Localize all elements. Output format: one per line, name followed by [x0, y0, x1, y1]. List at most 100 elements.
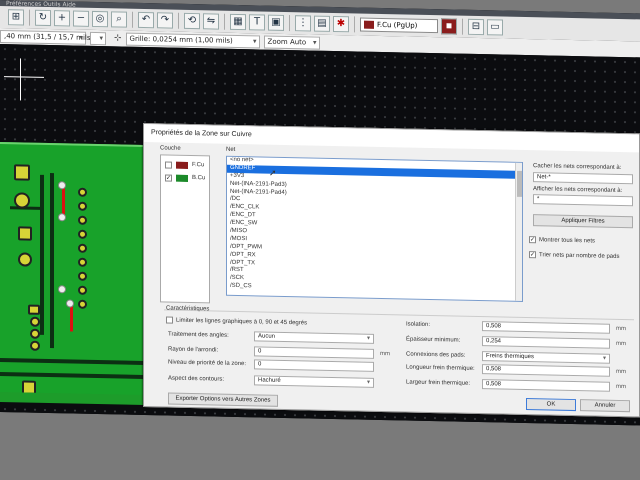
- toolbar-separator: [178, 12, 179, 29]
- show-nets-input[interactable]: *: [533, 194, 633, 207]
- layer-pair-icon[interactable]: ▪: [441, 18, 457, 35]
- copper-track: [0, 358, 160, 366]
- layer-color-swatch: [364, 20, 374, 29]
- track-width-value: ,40 mm (31,5 / 15,7 mils) *: [4, 31, 99, 42]
- scripting-icon[interactable]: ⊟: [468, 18, 484, 36]
- toolbar-separator: [462, 18, 463, 35]
- via-size-select[interactable]: [90, 31, 106, 45]
- unit-label: mm: [616, 368, 626, 376]
- min-width-input[interactable]: 0,254: [482, 336, 610, 349]
- redraw-icon[interactable]: ↻: [35, 9, 51, 27]
- layer-row-fcu[interactable]: F.Cu: [165, 159, 204, 170]
- layer-label: F.Cu: [192, 162, 205, 169]
- component-pad: [14, 192, 30, 209]
- unit-label: mm: [616, 383, 626, 391]
- sort-by-pads-checkbox[interactable]: ✓ Trier nets par nombre de pads: [529, 251, 619, 260]
- copper-track: [0, 372, 160, 380]
- component-pad: [30, 340, 40, 351]
- undo-icon[interactable]: ↶: [138, 11, 154, 29]
- rotate-icon[interactable]: ⟲: [184, 12, 200, 30]
- component-pad: [78, 201, 87, 211]
- unit-label: mm: [616, 325, 626, 333]
- via: [66, 299, 74, 308]
- thermal-width-input[interactable]: 0,508: [482, 379, 610, 392]
- mirror-icon[interactable]: ⇋: [203, 13, 219, 30]
- zone-priority-label: Niveau de priorité de la zone:: [168, 359, 247, 368]
- component-pad: [28, 304, 40, 315]
- unit-label: mm: [616, 340, 626, 348]
- via: [58, 213, 66, 222]
- toolbar-separator: [132, 11, 133, 28]
- checkbox-box[interactable]: ✓: [529, 236, 536, 244]
- component-pad: [78, 257, 87, 267]
- checkbox-box[interactable]: ✓: [529, 251, 536, 259]
- layer-color-swatch: [176, 161, 188, 169]
- show-nets-label: Afficher les nets correspondant à:: [533, 186, 623, 195]
- component-pad: [78, 229, 87, 239]
- footprint-icon[interactable]: ▦: [230, 13, 246, 31]
- netlist-icon[interactable]: ⊞: [8, 9, 24, 26]
- redo-icon[interactable]: ↷: [157, 12, 173, 29]
- via: [58, 181, 66, 190]
- zoom-out-icon[interactable]: −: [73, 10, 89, 27]
- copper-track: [40, 174, 44, 335]
- via: [58, 285, 66, 294]
- grid-icon: ⊹: [114, 33, 122, 44]
- grid-select[interactable]: Grille: 0,0254 mm (1,00 mils): [125, 32, 260, 48]
- zoom-select[interactable]: Zoom Auto: [263, 35, 320, 50]
- corner-treatment-select[interactable]: Aucun: [254, 331, 374, 344]
- net-list-scrollbar[interactable]: [515, 162, 522, 301]
- zoom-value: Zoom Auto: [267, 37, 307, 46]
- image-icon[interactable]: ▣: [268, 14, 284, 31]
- show-all-nets-label: Montrer tous les nets: [539, 236, 596, 244]
- track-width-select[interactable]: ,40 mm (31,5 / 15,7 mils) *: [0, 29, 99, 45]
- component-pad: [30, 328, 40, 339]
- design-rules-icon[interactable]: ▤: [314, 15, 330, 32]
- text-icon[interactable]: T: [249, 14, 265, 31]
- outline-style-select[interactable]: Hachuré: [254, 375, 374, 388]
- layer-header: Couche: [160, 145, 181, 152]
- unit-label: mm: [380, 350, 390, 358]
- zoom-in-icon[interactable]: +: [54, 10, 70, 27]
- fillet-radius-input[interactable]: 0: [254, 346, 374, 359]
- scrollbar-thumb[interactable]: [517, 170, 522, 197]
- thermal-width-label: Largeur frein thermique:: [406, 379, 471, 387]
- console-icon[interactable]: ▭: [487, 19, 503, 36]
- hide-nets-input[interactable]: Net-*: [533, 172, 633, 185]
- pad-connection-select[interactable]: Freins thermiques: [482, 351, 610, 364]
- mouse-pointer-icon: ➚: [269, 167, 277, 178]
- min-width-label: Épaisseur minimum:: [406, 336, 461, 344]
- component-pad: [14, 164, 30, 181]
- layer-row-bcu[interactable]: ✓ B.Cu: [165, 172, 205, 183]
- apply-filters-button[interactable]: Appliquer Filtres: [533, 214, 633, 229]
- layer-checkbox[interactable]: ✓: [165, 173, 172, 182]
- zone-priority-spinner[interactable]: 0: [254, 359, 374, 372]
- drc-bug-icon[interactable]: ✱: [333, 15, 349, 33]
- copper-track: [50, 173, 54, 349]
- limit-lines-label: Limiter les lignes graphiques à 0, 90 et…: [176, 317, 308, 326]
- zoom-fit-icon[interactable]: ◎: [92, 10, 108, 28]
- selected-track: [62, 185, 65, 216]
- layer-checkbox[interactable]: [165, 160, 172, 169]
- ok-button[interactable]: OK: [526, 398, 576, 412]
- pad-connection-label: Connexions des pads:: [406, 351, 466, 359]
- thermal-gap-input[interactable]: 0,508: [482, 364, 610, 377]
- checkbox-box[interactable]: [166, 316, 173, 324]
- zoom-selection-icon[interactable]: ⌕: [111, 11, 127, 28]
- net-inspector-icon[interactable]: ⋮: [295, 15, 311, 32]
- clearance-label: Isolation:: [406, 321, 431, 329]
- pcb-board[interactable]: [0, 142, 160, 404]
- component-pad: [30, 316, 40, 327]
- thermal-gap-label: Longueur frein thermique:: [406, 364, 475, 372]
- export-options-button[interactable]: Exporter Options vers Autres Zones: [168, 392, 278, 407]
- clearance-input[interactable]: 0,508: [482, 321, 610, 334]
- component-pad: [78, 187, 87, 197]
- layer-label: B.Cu: [192, 175, 206, 182]
- layer-select[interactable]: F.Cu (PgUp): [360, 17, 438, 34]
- component-pad: [78, 271, 87, 281]
- fillet-radius-label: Rayon de l'arrondi:: [168, 346, 219, 354]
- cancel-button[interactable]: Annuler: [580, 399, 630, 413]
- show-all-nets-checkbox[interactable]: ✓ Montrer tous les nets: [529, 236, 595, 244]
- limit-lines-checkbox[interactable]: Limiter les lignes graphiques à 0, 90 et…: [166, 316, 307, 326]
- cursor-crosshair: [20, 58, 21, 101]
